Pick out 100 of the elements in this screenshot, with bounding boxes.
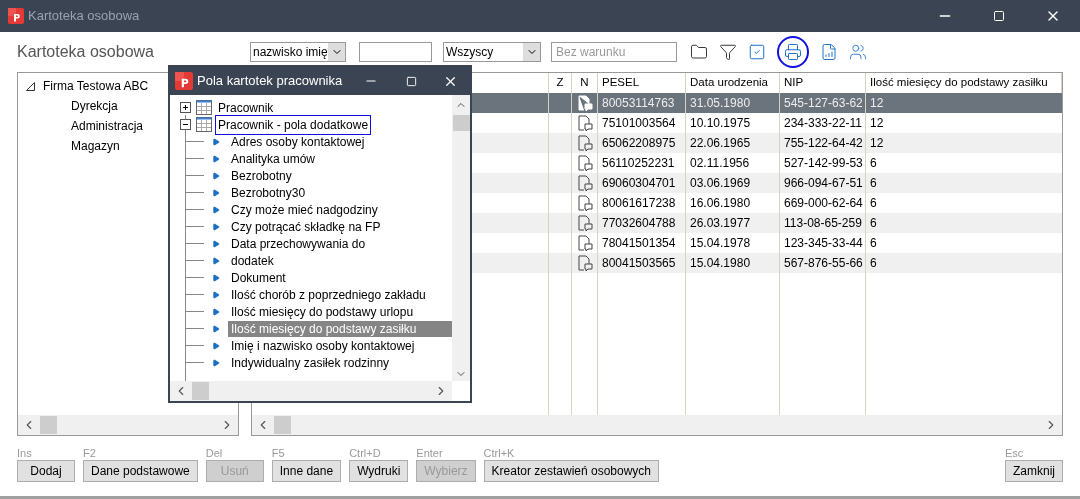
tree-item[interactable]: Pracownik - pola dodatkowe [215, 114, 372, 135]
table-cell-text: 02.11.1956 [690, 155, 750, 172]
table-cell-text: 80061617238 [602, 195, 676, 212]
checkbox-icon[interactable] [748, 43, 766, 61]
tree-item[interactable]: Ilość miesięcy do podstawy urlopu [228, 303, 452, 320]
tree-item[interactable]: Magazyn [71, 137, 120, 155]
table-cell-text: 234-333-22-11 [784, 115, 862, 132]
action-button[interactable]: Wydruki [349, 460, 409, 482]
shortcut-label: Ins [17, 446, 33, 460]
table-cell-text: 6 [870, 155, 877, 172]
app-logo-icon [175, 72, 193, 90]
bullet-icon [212, 137, 220, 146]
table-cell-text: 545-127-63-62 [784, 95, 863, 112]
table-cell-text: 12 [870, 135, 884, 152]
bullet-icon [212, 188, 220, 197]
tree-item[interactable]: Firma Testowa ABC [43, 77, 149, 95]
table-cell-text: 966-094-67-51 [784, 175, 863, 192]
table-cell-text: 80041503565 [602, 255, 676, 272]
table-cell-text: 15.04.1978 [690, 235, 751, 252]
action-button[interactable]: Dodaj [17, 460, 75, 482]
table-cell-text: 65062208975 [602, 135, 676, 152]
shortcut-label: Ctrl+K [483, 446, 516, 460]
bullet-icon [212, 290, 220, 299]
maximize-icon[interactable] [406, 75, 417, 87]
note-document-icon [576, 155, 593, 171]
users-icon[interactable] [849, 43, 867, 61]
table-cell-text: 26.03.1977 [690, 215, 751, 232]
report-icon[interactable] [820, 43, 838, 61]
tree-item[interactable]: Ilość chorób z poprzedniego zakładu [228, 286, 452, 303]
table-cell-text: 22.06.1965 [690, 135, 751, 152]
tree-item[interactable]: Administracja [71, 117, 144, 135]
note-document-icon [576, 115, 593, 131]
shortcut-label: Esc [1005, 446, 1025, 460]
page-heading: Kartoteka osobowa [17, 42, 155, 62]
scroll-thumb[interactable] [452, 115, 470, 131]
table-cell-text: 12 [870, 95, 884, 112]
horizontal-scrollbar[interactable] [170, 381, 452, 401]
note-document-icon [576, 255, 593, 271]
print-button[interactable] [777, 36, 809, 68]
table-cell-text: 31.05.1980 [690, 95, 751, 112]
bullet-icon [212, 273, 220, 282]
table-cell-text: 669-000-62-64 [784, 195, 863, 212]
bullet-icon [212, 205, 220, 214]
bullet-icon [212, 358, 220, 367]
scroll-thumb[interactable] [40, 416, 57, 434]
table-cell-text: 6 [870, 235, 877, 252]
tree-item[interactable]: Imię i nazwisko osoby kontaktowej [228, 337, 452, 354]
search-field[interactable] [359, 42, 432, 62]
app-logo-icon [8, 8, 24, 24]
vertical-scrollbar[interactable] [452, 95, 470, 381]
shortcut-label: Enter [416, 446, 444, 460]
note-document-icon [576, 195, 593, 211]
table-cell-text: 6 [870, 215, 877, 232]
bullet-icon [212, 256, 220, 265]
table-cell-text: 77032604788 [602, 215, 676, 232]
table-cell-text: 6 [870, 175, 877, 192]
bullet-icon [212, 341, 220, 350]
dialog-title: Pola kartotek pracownika [197, 72, 343, 91]
table-cell-text: 15.04.1980 [690, 255, 751, 272]
table-cell-text: 03.06.1969 [690, 175, 751, 192]
table-cell-text: 527-142-99-53 [784, 155, 863, 172]
table-cell-text: 16.06.1980 [690, 195, 751, 212]
scroll-thumb[interactable] [192, 382, 209, 400]
tree-item[interactable]: Ilość miesięcy do podstawy zasiłku [228, 320, 452, 337]
horizontal-scrollbar[interactable] [252, 415, 1062, 435]
table-cell-text: 123-345-33-44 [784, 235, 863, 252]
filter-icon[interactable] [719, 43, 737, 61]
maximize-icon[interactable] [993, 10, 1005, 22]
collapse-icon[interactable] [180, 119, 191, 130]
table-icon [196, 117, 212, 132]
table-cell-text: 69060304701 [602, 175, 676, 192]
action-button[interactable]: Kreator zestawień osobowych [483, 460, 659, 482]
expand-triangle-icon[interactable] [26, 81, 35, 91]
scroll-thumb[interactable] [274, 416, 291, 434]
condition-field[interactable]: Bez warunku [551, 42, 677, 62]
tree-item[interactable]: Dyrekcja [71, 97, 118, 115]
expand-icon[interactable] [180, 102, 191, 113]
group-select[interactable]: Wszyscy [443, 42, 541, 62]
action-button[interactable]: Inne dane [271, 460, 342, 482]
tree-item[interactable]: Indywidualny zasiłek rodzinny [228, 354, 452, 371]
table-cell-text: 567-876-55-66 [784, 255, 863, 272]
folder-icon[interactable] [690, 43, 708, 61]
table-cell-text: 6 [870, 195, 877, 212]
window-title: Kartoteka osobowa [28, 7, 140, 26]
horizontal-scrollbar[interactable] [18, 415, 238, 435]
note-document-icon [576, 95, 593, 111]
table-cell-text: 12 [870, 115, 884, 132]
sort-select[interactable]: nazwisko imię [250, 42, 346, 62]
note-document-icon [576, 215, 593, 231]
bullet-icon [212, 154, 220, 163]
table-cell-text: 56110252231 [602, 155, 675, 172]
table-cell-text: 113-08-65-259 [784, 215, 862, 232]
printer-icon [784, 43, 802, 61]
action-button[interactable]: Dane podstawowe [83, 460, 198, 482]
table-cell-text: 10.10.1975 [690, 115, 751, 132]
bullet-icon [212, 307, 220, 316]
close-button[interactable]: Zamknij [1005, 460, 1063, 482]
shortcut-label: Ctrl+D [349, 446, 382, 460]
table-cell-text: 75101003564 [602, 115, 676, 132]
table-icon [196, 100, 212, 115]
